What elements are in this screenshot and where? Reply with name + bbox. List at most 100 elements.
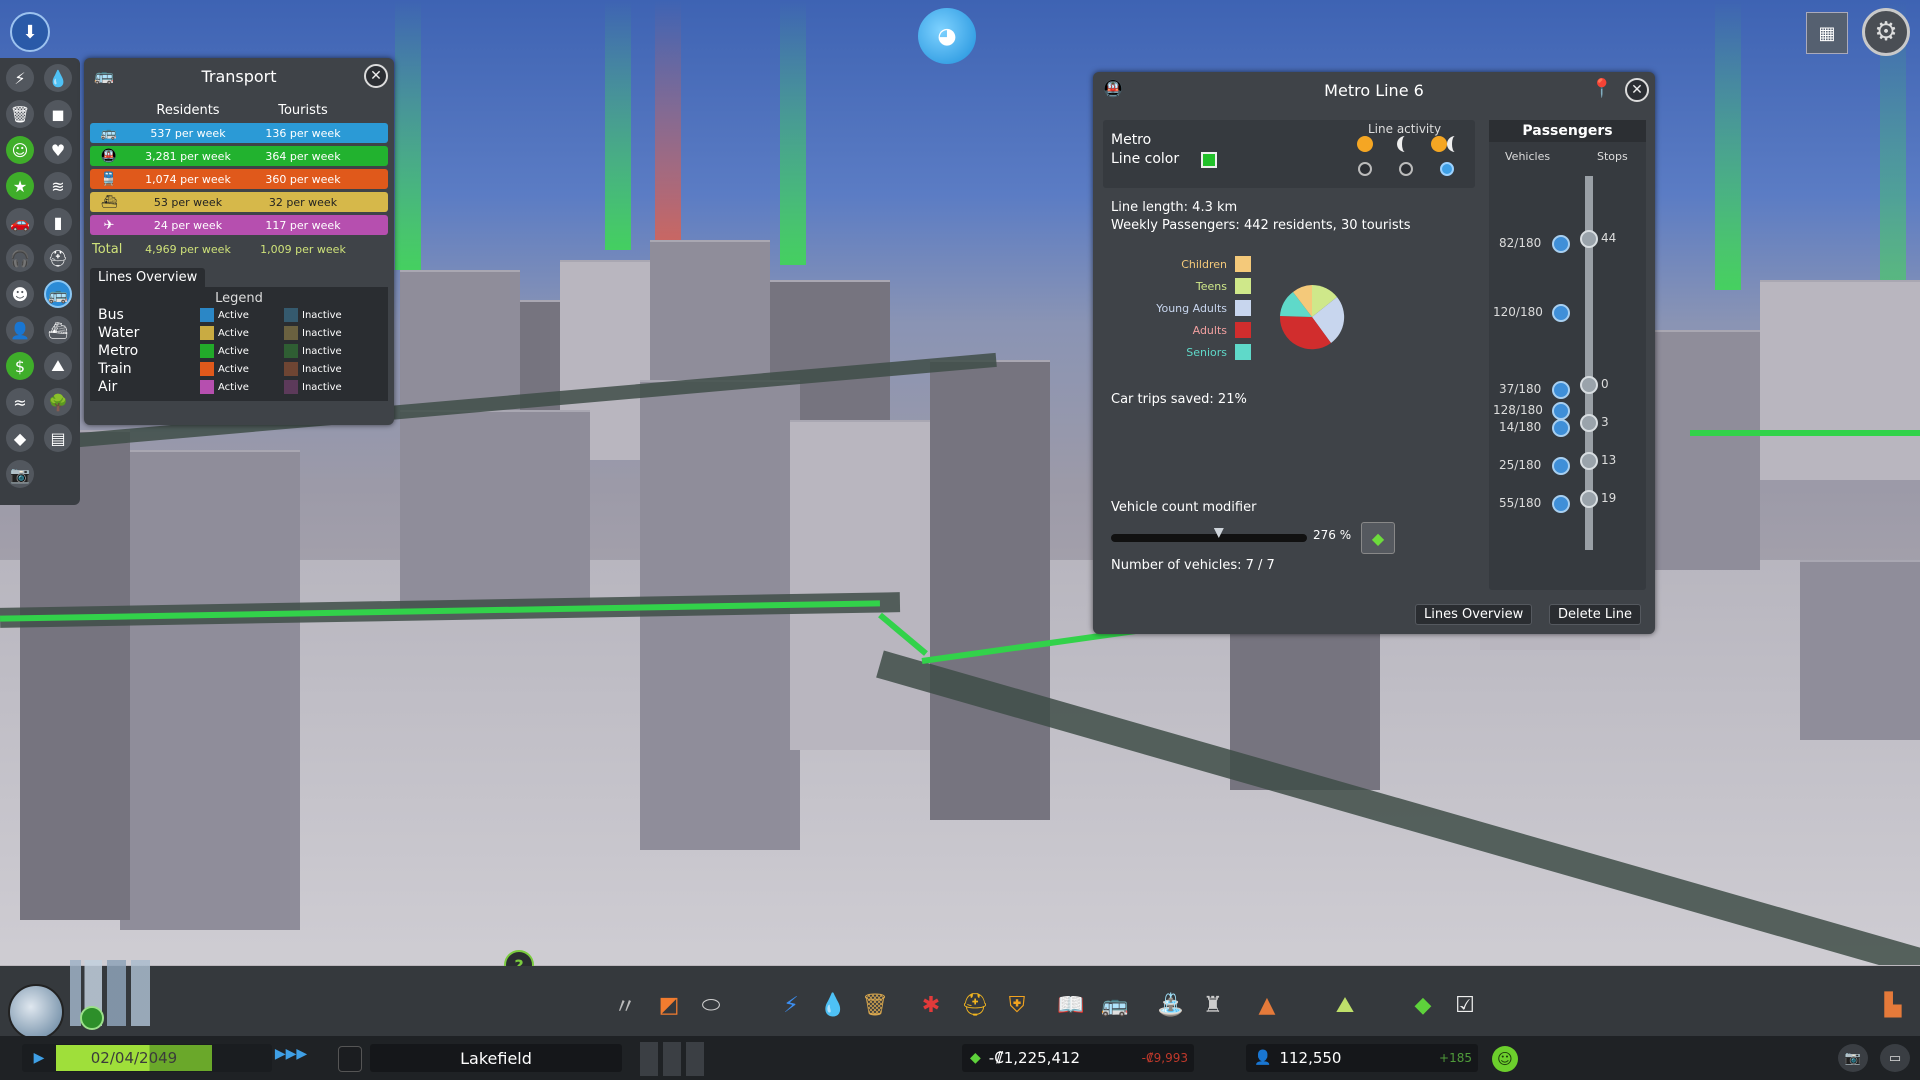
garbage-icon[interactable]: 🗑 xyxy=(6,100,34,128)
population-box[interactable]: 👤 112,550 +185 xyxy=(1246,1044,1478,1072)
stop-marker[interactable] xyxy=(1580,230,1598,248)
population-icon[interactable]: 👤 xyxy=(6,316,34,344)
color-swatch xyxy=(284,308,298,322)
line-activity-label: Line activity xyxy=(1368,122,1442,136)
line-length: Line length: 4.3 km xyxy=(1111,200,1238,215)
close-button[interactable]: ✕ xyxy=(364,64,388,88)
legend-active: Active xyxy=(200,362,284,376)
vehicle-marker[interactable] xyxy=(1552,381,1570,399)
vehicle-marker[interactable] xyxy=(1552,304,1570,322)
transport-row-air[interactable]: ✈ 24 per week 117 per week xyxy=(90,215,388,235)
building xyxy=(1760,280,1920,480)
lines-overview-tab[interactable]: Lines Overview xyxy=(90,268,206,287)
screenshot-button[interactable]: 📷 xyxy=(1838,1044,1868,1072)
traffic-icon[interactable]: 🚗 xyxy=(6,208,34,236)
free-camera-button[interactable]: ▭ xyxy=(1880,1044,1910,1072)
delete-line-button[interactable]: Delete Line xyxy=(1549,604,1641,625)
city-info-button[interactable]: ▦ xyxy=(1806,12,1848,54)
vehicle-marker[interactable] xyxy=(1552,457,1570,475)
unlock-button[interactable] xyxy=(80,1006,104,1030)
money-box[interactable]: ◆ -₡1,225,412 -₡9,993 xyxy=(962,1044,1194,1072)
activity-both-radio[interactable] xyxy=(1440,162,1454,176)
natural-resources-icon[interactable]: ⛰ xyxy=(44,352,72,380)
panel-header[interactable]: 🚇 Metro Line 6 📍 ✕ xyxy=(1093,72,1655,108)
main-menu-button[interactable]: ⬇ xyxy=(10,12,50,52)
line-color-picker[interactable] xyxy=(1201,152,1217,168)
vehicle-marker[interactable] xyxy=(1552,402,1570,420)
close-icon: ✕ xyxy=(370,68,382,84)
resources-icon[interactable]: ▮ xyxy=(44,208,72,236)
stop-marker[interactable] xyxy=(1580,376,1598,394)
slider-thumb[interactable] xyxy=(1213,528,1224,538)
electricity-icon[interactable]: ⚡ xyxy=(6,64,34,92)
pollution-icon[interactable]: ≈ xyxy=(6,388,34,416)
attractiveness-icon[interactable]: ★ xyxy=(6,172,34,200)
settings-button[interactable]: ⚙ xyxy=(1862,8,1910,56)
land-value-icon[interactable]: ◼ xyxy=(44,100,72,128)
color-swatch xyxy=(1235,278,1251,294)
activity-day-radio[interactable] xyxy=(1358,162,1372,176)
building xyxy=(1800,560,1920,740)
play-button[interactable]: ▶ xyxy=(22,1050,56,1066)
districts-icon: ⬭ xyxy=(701,992,721,1018)
water-icon[interactable]: 💧 xyxy=(44,64,72,92)
line-name[interactable]: Metro Line 6 xyxy=(1324,81,1424,100)
close-button[interactable]: ✕ xyxy=(1625,78,1649,102)
activity-night-radio[interactable] xyxy=(1399,162,1413,176)
budget-button[interactable]: ◆ xyxy=(1361,522,1395,554)
tourists-header: Tourists xyxy=(278,102,328,118)
date-progress: 02/04/2049 xyxy=(56,1045,212,1071)
vehicle-load: 37/180 xyxy=(1499,382,1542,396)
transport-row-train[interactable]: 🚆 1,074 per week 360 per week xyxy=(90,169,388,189)
zoom-globe-button[interactable] xyxy=(8,984,64,1040)
color-swatch xyxy=(1235,322,1251,338)
happiness-icon[interactable]: ☺ xyxy=(1492,1046,1518,1072)
weekly-passengers: Weekly Passengers: 442 residents, 30 tou… xyxy=(1111,218,1411,233)
legend-label: Water xyxy=(98,325,140,341)
legend-inactive: Inactive xyxy=(284,326,342,340)
parks-icon[interactable]: 🌳 xyxy=(44,388,72,416)
legend-inactive: Inactive xyxy=(284,362,342,376)
monuments-icon: ▲ xyxy=(1258,992,1276,1018)
vehicle-marker[interactable] xyxy=(1552,419,1570,437)
wind-icon[interactable]: ≋ xyxy=(44,172,72,200)
city-name-box[interactable]: Lakefield xyxy=(370,1044,622,1072)
chart-bars[interactable] xyxy=(640,1042,704,1076)
lines-overview-button[interactable]: Lines Overview xyxy=(1415,604,1533,625)
day-night-icon xyxy=(1431,136,1447,152)
legend-active: Active xyxy=(200,308,284,322)
legend-label: Metro xyxy=(98,343,139,359)
building xyxy=(120,450,300,930)
total-row: Total 4,969 per week 1,009 per week xyxy=(90,238,388,260)
transport-icon[interactable]: 🚌 xyxy=(44,280,72,308)
metro-route-line xyxy=(1690,430,1920,436)
crime-icon[interactable]: ☻ xyxy=(6,280,34,308)
speed-button[interactable]: ▶▶▶ xyxy=(274,1046,308,1070)
location-pin-icon[interactable]: 📍 xyxy=(1591,78,1613,99)
stop-marker[interactable] xyxy=(1580,490,1598,508)
noise-icon[interactable]: 🎧 xyxy=(6,244,34,272)
stop-marker[interactable] xyxy=(1580,414,1598,432)
bus-icon: 🚌 xyxy=(94,66,114,85)
transport-row-ship[interactable]: ⛴ 53 per week 32 per week xyxy=(90,192,388,212)
transport-row-metro[interactable]: 🚇 3,281 per week 364 per week xyxy=(90,146,388,166)
video-icon: ▭ xyxy=(1888,1050,1902,1066)
economy-icon[interactable]: $ xyxy=(6,352,34,380)
legend-row-train: Train Active Inactive xyxy=(98,360,380,378)
health-icon[interactable]: ♥ xyxy=(44,136,72,164)
vehicle-count-slider[interactable] xyxy=(1111,528,1307,542)
chirper-button[interactable]: ◕ xyxy=(918,8,976,64)
camera-icon[interactable]: 📷 xyxy=(6,460,34,488)
vehicle-marker[interactable] xyxy=(1552,235,1570,253)
vehicles-header: Vehicles xyxy=(1505,150,1551,163)
vehicle-marker[interactable] xyxy=(1552,495,1570,513)
districts-icon[interactable]: ▤ xyxy=(44,424,72,452)
ship-icon[interactable]: ⛴ xyxy=(44,316,72,344)
zoning-demand-button[interactable] xyxy=(338,1046,362,1072)
transport-row-bus[interactable]: 🚌 537 per week 136 per week xyxy=(90,123,388,143)
fire-icon[interactable]: ⛑ xyxy=(44,244,72,272)
effect-beam xyxy=(395,0,421,270)
happiness-icon[interactable]: ☺ xyxy=(6,136,34,164)
terrain-icon[interactable]: ◆ xyxy=(6,424,34,452)
stop-marker[interactable] xyxy=(1580,452,1598,470)
